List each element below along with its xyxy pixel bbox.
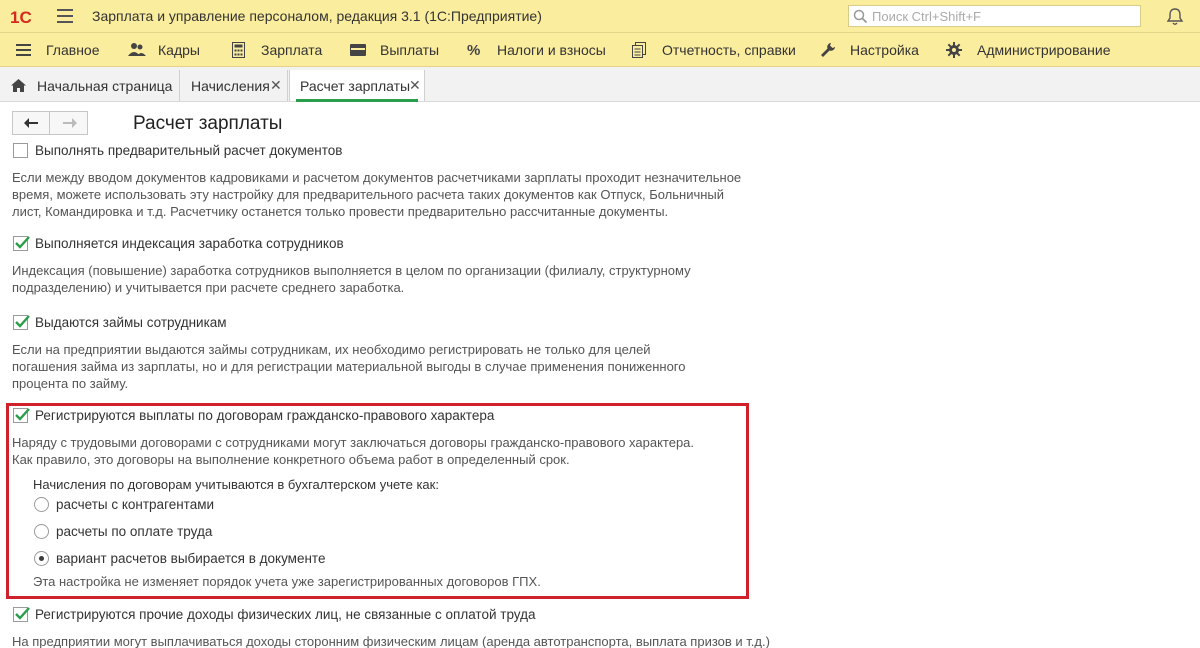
description-line: На предприятии могут выплачиваться доход… xyxy=(12,634,770,648)
description-line: подразделению) и учитывается при расчете… xyxy=(12,280,405,295)
description-indexation: Индексация (повышение) заработка сотрудн… xyxy=(12,262,691,296)
description-line: погашения займа из зарплаты, но и для ре… xyxy=(12,359,686,374)
tab-payroll-label: Расчет зарплаты xyxy=(300,78,411,94)
back-button[interactable] xyxy=(13,112,50,134)
description-other-income: На предприятии могут выплачиваться доход… xyxy=(12,633,770,648)
description-line: лист, Командировка и т.д. Расчетчику ост… xyxy=(12,204,669,219)
menu-item-reports[interactable]: Отчетность, справки xyxy=(662,42,796,58)
arrow-right-icon xyxy=(62,118,77,128)
search-input[interactable]: Поиск Ctrl+Shift+F xyxy=(848,5,1141,27)
menu-item-settings[interactable]: Настройка xyxy=(850,42,919,58)
checkmark-icon xyxy=(15,315,30,328)
checkbox-loans[interactable] xyxy=(13,315,30,330)
reports-icon xyxy=(632,42,646,58)
wrench-icon xyxy=(821,43,835,57)
section-menu: Главное Кадры Зарплата Выплаты % Налоги … xyxy=(0,33,1200,67)
menu-item-staff[interactable]: Кадры xyxy=(158,42,200,58)
description-line: Индексация (повышение) заработка сотрудн… xyxy=(12,263,691,278)
search-icon xyxy=(853,9,868,24)
people-icon xyxy=(128,43,146,56)
menu-item-main[interactable]: Главное xyxy=(46,42,100,58)
description-line: Как правило, это договоры на выполнение … xyxy=(12,452,570,467)
checkmark-icon xyxy=(15,607,30,620)
checkbox-other-income-label[interactable]: Регистрируются прочие доходы физических … xyxy=(35,607,535,622)
description-gph: Наряду с трудовыми договорами с сотрудни… xyxy=(12,434,694,468)
description-line: процента по займу. xyxy=(12,376,129,391)
history-nav xyxy=(12,111,88,135)
arrow-left-icon xyxy=(24,118,38,128)
tab-bar: Начальная страница Начисления ✕ Расчет з… xyxy=(0,67,1200,102)
home-icon xyxy=(11,79,26,92)
checkbox-preliminary-calc-label[interactable]: Выполнять предварительный расчет докумен… xyxy=(35,143,342,158)
wallet-icon xyxy=(350,44,366,56)
radio-counterparties[interactable] xyxy=(34,497,49,512)
radio-selected-dot xyxy=(39,556,44,561)
svg-text:1С: 1С xyxy=(10,8,32,27)
calculator-icon xyxy=(232,42,245,58)
radio-labor-payments[interactable] xyxy=(34,524,49,539)
tab-accruals[interactable]: Начисления ✕ xyxy=(180,70,288,101)
checkmark-icon xyxy=(15,408,30,421)
description-line: Если между вводом документов кадровиками… xyxy=(12,170,742,185)
menu-item-taxes[interactable]: Налоги и взносы xyxy=(497,42,606,58)
menu-item-admin[interactable]: Администрирование xyxy=(977,42,1111,58)
tab-accruals-label: Начисления xyxy=(191,78,270,94)
description-loans: Если на предприятии выдаются займы сотру… xyxy=(12,341,686,392)
description-preliminary-calc: Если между вводом документов кадровиками… xyxy=(12,169,741,220)
description-line: время, можете использовать эту настройку… xyxy=(12,187,725,202)
percent-icon: % xyxy=(467,42,481,59)
checkbox-other-income[interactable] xyxy=(13,607,30,622)
tab-payroll[interactable]: Расчет зарплаты ✕ xyxy=(289,70,425,102)
app-title: Зарплата и управление персоналом, редакц… xyxy=(92,8,542,24)
forward-button[interactable] xyxy=(51,112,88,134)
active-tab-indicator xyxy=(296,99,418,102)
checkbox-gph-payments[interactable] xyxy=(13,408,30,423)
page-title: Расчет зарплаты xyxy=(133,113,283,134)
title-bar: 1С Зарплата и управление персоналом, ред… xyxy=(0,0,1200,33)
checkbox-loans-label[interactable]: Выдаются займы сотрудникам xyxy=(35,315,227,330)
search-placeholder: Поиск Ctrl+Shift+F xyxy=(872,9,981,24)
menu-icon xyxy=(16,44,31,56)
description-line: Если на предприятии выдаются займы сотру… xyxy=(12,342,651,357)
checkbox-gph-payments-label[interactable]: Регистрируются выплаты по договорам граж… xyxy=(35,408,494,423)
radio-choose-in-document-label[interactable]: вариант расчетов выбирается в документе xyxy=(56,551,325,566)
menu-item-salary[interactable]: Зарплата xyxy=(261,42,322,58)
checkbox-preliminary-calc[interactable] xyxy=(13,143,28,158)
menu-item-payments[interactable]: Выплаты xyxy=(380,42,439,58)
radio-counterparties-label[interactable]: расчеты с контрагентами xyxy=(56,497,214,512)
checkbox-indexation-label[interactable]: Выполняется индексация заработка сотрудн… xyxy=(35,236,344,251)
close-icon[interactable]: ✕ xyxy=(270,77,282,94)
radio-labor-payments-label[interactable]: расчеты по оплате труда xyxy=(56,524,212,539)
1c-logo[interactable]: 1С xyxy=(10,7,44,27)
tab-home[interactable]: Начальная страница xyxy=(0,70,180,101)
main-menu-icon[interactable] xyxy=(57,9,73,23)
gph-note: Эта настройка не изменяет порядок учета … xyxy=(33,574,541,589)
close-icon[interactable]: ✕ xyxy=(409,77,421,94)
radio-choose-in-document[interactable] xyxy=(34,551,49,566)
gear-icon xyxy=(946,42,962,58)
checkbox-indexation[interactable] xyxy=(13,236,30,251)
description-line: Наряду с трудовыми договорами с сотрудни… xyxy=(12,435,695,450)
checkmark-icon xyxy=(15,236,30,249)
gph-accounting-label: Начисления по договорам учитываются в бу… xyxy=(33,477,439,492)
tab-home-label: Начальная страница xyxy=(37,78,173,94)
bell-icon[interactable] xyxy=(1166,7,1184,26)
